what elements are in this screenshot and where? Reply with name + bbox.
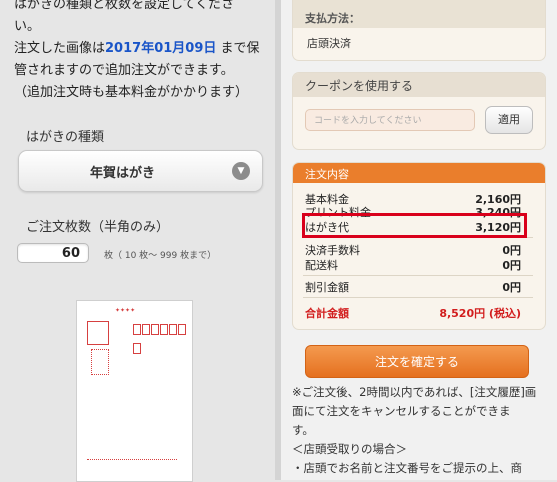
order-summary-box: 注文内容 基本料金 2,160円 プリント料金 3,240円 はがき代 3,120円 …: [292, 162, 546, 330]
stamp-icon: [87, 321, 109, 345]
postcard-type-label: はがきの種類: [26, 130, 105, 145]
summary-row-discount: 割引金額 0円: [305, 281, 521, 294]
postcard-type-value: 年賀はがき: [89, 166, 155, 181]
order-notes: ※ご注文後、2時間以内であれば、[注文履歴]画 面にて注文をキャンセルすることが…: [292, 385, 537, 475]
postcard-header-mark: ✦✦✦✦: [115, 307, 136, 314]
summary-divider: [303, 275, 533, 276]
postal-code-boxes: [133, 320, 192, 358]
lottery-mark-icon: [91, 349, 109, 375]
order-summary-header: 注文内容: [293, 163, 545, 183]
storage-date: 2017年01月09日: [105, 41, 217, 56]
summary-row-shipping: 配送料 0円: [305, 259, 521, 272]
postcard-fee-highlight: [302, 213, 527, 238]
coupon-header: クーポンを使用する: [293, 73, 545, 97]
coupon-box: クーポンを使用する コードを入力してください 適用: [292, 72, 546, 150]
postcard-type-select[interactable]: 年賀はがき ▼: [18, 150, 263, 192]
payment-method-header: 支払方法：: [293, 0, 545, 28]
summary-divider: [303, 297, 533, 298]
payment-method-box: 支払方法： 店頭決済: [292, 0, 546, 61]
instructions-text: はがきの種類と枚数を設定してくださ い。 注文した画像は2017年01月09日 …: [14, 0, 260, 100]
postcard-decoration: [87, 459, 177, 472]
coupon-code-input[interactable]: コードを入力してください: [305, 109, 475, 131]
quantity-label: ご注文枚数（半角のみ）: [26, 220, 170, 235]
summary-row-total: 合計金額 8,520円 (税込): [305, 307, 521, 320]
payment-method-value: 店頭決済: [307, 37, 351, 50]
chevron-down-icon: ▼: [232, 162, 250, 180]
confirm-order-button[interactable]: 注文を確定する: [305, 345, 529, 378]
quantity-input[interactable]: 60: [17, 243, 89, 263]
quantity-hint: 枚（ 10 枚〜 999 枚まで）: [104, 251, 217, 261]
postcard-preview: ✦✦✦✦: [76, 300, 193, 482]
coupon-apply-button[interactable]: 適用: [485, 106, 533, 134]
summary-row-payment-fee: 決済手数料 0円: [305, 244, 521, 257]
